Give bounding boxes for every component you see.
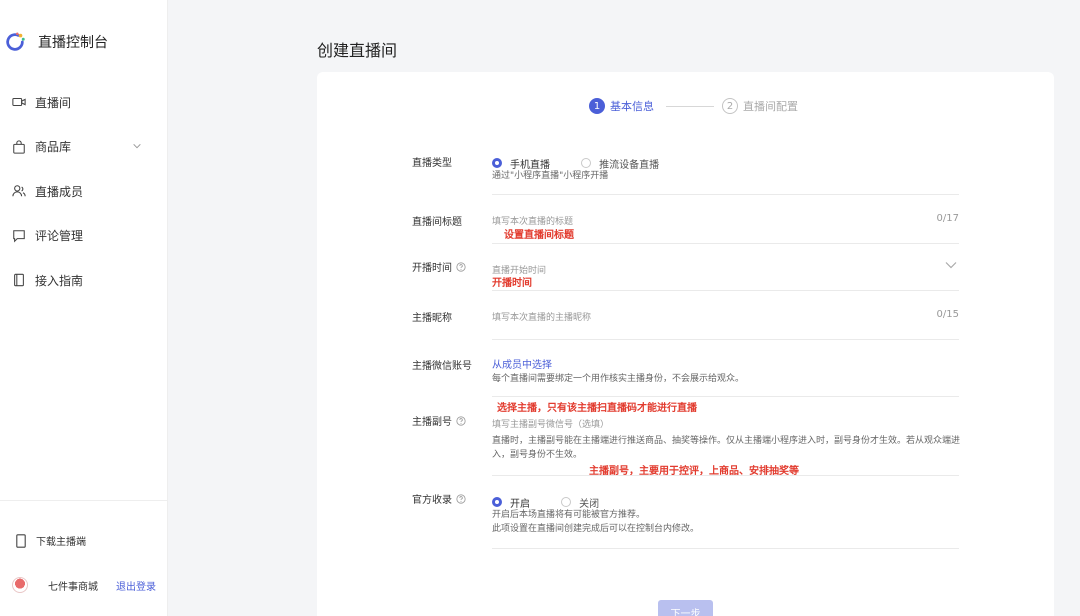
step-2-label: 直播间配置 xyxy=(743,100,798,113)
title-label: 直播间标题 xyxy=(412,217,462,228)
brand[interactable]: 直播控制台 xyxy=(4,28,108,56)
divider xyxy=(492,339,959,340)
mobile-phone-icon xyxy=(16,533,26,548)
question-circle-icon[interactable] xyxy=(456,415,466,426)
title-counter: 0/17 xyxy=(936,213,959,224)
next-step-button[interactable]: 下一步 xyxy=(658,600,713,616)
nickname-input[interactable]: 填写本次直播的主播昵称 xyxy=(492,310,922,323)
stepper: 1 基本信息 2 直播间配置 xyxy=(589,98,798,114)
radio-dot xyxy=(581,158,592,168)
sidebar: 直播控制台 直播间 商品库 直播成员 评论管理 接入指南 下载主播端 七件事商城… xyxy=(0,0,168,616)
book-icon xyxy=(14,274,24,287)
wechat-hint: 每个直播间需要绑定一个用作核实主播身份，不会展示给观众。 xyxy=(492,374,745,384)
title-annotation: 设置直播间标题 xyxy=(504,230,574,241)
form-card: 1 基本信息 2 直播间配置 直播类型 手机直播 推流设备直播 通过"小程序直播… xyxy=(317,72,1054,616)
sidebar-item-label: 直播成员 xyxy=(35,184,84,199)
avatar xyxy=(12,577,28,593)
official-label: 官方收录 xyxy=(412,491,466,506)
users-icon xyxy=(12,185,26,197)
radio-dot xyxy=(561,497,572,507)
step-1-number: 1 xyxy=(589,98,605,114)
sub-account-label: 主播副号 xyxy=(412,413,466,428)
wechat-label: 主播微信账号 xyxy=(412,361,472,372)
chevron-down-icon[interactable] xyxy=(132,141,142,151)
step-2-number: 2 xyxy=(722,98,738,114)
select-from-members-link[interactable]: 从成员中选择 xyxy=(492,356,552,371)
sidebar-item-label: 商品库 xyxy=(35,140,72,155)
sidebar-item-live-room[interactable]: 直播间 xyxy=(0,80,168,125)
sub-account-hint-line1: 直播时，主播副号能在主播端进行推送商品、抽奖等操作。仅从主播端小程序进入时，副号… xyxy=(492,436,961,446)
sub-account-input[interactable]: 填写主播副号微信号（选填） xyxy=(492,417,922,430)
divider xyxy=(492,548,959,549)
question-circle-icon[interactable] xyxy=(456,493,466,504)
official-hint-line1: 开启后本场直播将有可能被官方推荐。 xyxy=(492,510,646,520)
divider xyxy=(492,475,959,476)
chevron-down-icon[interactable] xyxy=(945,261,957,269)
sub-account-hint-line2: 入，副号身份不生效。 xyxy=(492,450,583,460)
divider xyxy=(492,243,959,244)
comment-icon xyxy=(13,229,25,243)
start-time-select[interactable]: 直播开始时间 xyxy=(492,263,932,276)
sub-account-label-text: 主播副号 xyxy=(412,417,452,428)
shopping-bag-icon xyxy=(13,140,25,154)
start-time-annotation: 开播时间 xyxy=(492,278,532,289)
sidebar-item-members[interactable]: 直播成员 xyxy=(0,169,168,214)
sidebar-item-label: 直播间 xyxy=(35,95,72,110)
divider xyxy=(492,290,959,291)
video-camera-icon xyxy=(12,98,26,107)
wechat-annotation: 选择主播，只有该主播扫直播码才能进行直播 xyxy=(497,403,697,414)
radio-dot xyxy=(492,158,502,168)
official-label-text: 官方收录 xyxy=(412,495,452,506)
user-info: 七件事商城 退出登录 xyxy=(12,577,156,593)
sidebar-item-product-library[interactable]: 商品库 xyxy=(0,125,168,170)
sidebar-nav: 直播间 商品库 直播成员 评论管理 接入指南 xyxy=(0,80,168,303)
start-time-label: 开播时间 xyxy=(412,259,466,274)
sidebar-item-label: 接入指南 xyxy=(35,273,84,288)
question-circle-icon[interactable] xyxy=(456,261,466,272)
step-connector xyxy=(666,105,714,107)
logout-link[interactable]: 退出登录 xyxy=(116,578,156,593)
radio-dot xyxy=(492,497,502,507)
download-label: 下载主播端 xyxy=(36,537,86,548)
nickname-counter: 0/15 xyxy=(936,309,959,320)
official-hint-line2: 此项设置在直播间创建完成后可以在控制台内修改。 xyxy=(492,524,700,534)
live-type-label: 直播类型 xyxy=(412,158,452,169)
start-time-label-text: 开播时间 xyxy=(412,263,452,274)
sidebar-item-label: 评论管理 xyxy=(35,229,84,244)
user-name: 七件事商城 xyxy=(48,581,98,593)
page-title: 创建直播间 xyxy=(317,41,398,60)
brand-title: 直播控制台 xyxy=(38,35,108,51)
divider xyxy=(492,396,959,397)
step-1-label: 基本信息 xyxy=(610,100,654,113)
divider xyxy=(492,194,959,195)
sidebar-footer: 下载主播端 七件事商城 退出登录 xyxy=(0,500,168,593)
brand-logo-icon xyxy=(6,32,25,51)
download-anchor-app[interactable]: 下载主播端 xyxy=(16,533,86,548)
sidebar-item-comments[interactable]: 评论管理 xyxy=(0,214,168,259)
sidebar-item-guide[interactable]: 接入指南 xyxy=(0,258,168,303)
live-type-hint: 通过"小程序直播"小程序开播 xyxy=(492,171,609,181)
nickname-label: 主播昵称 xyxy=(412,313,452,324)
